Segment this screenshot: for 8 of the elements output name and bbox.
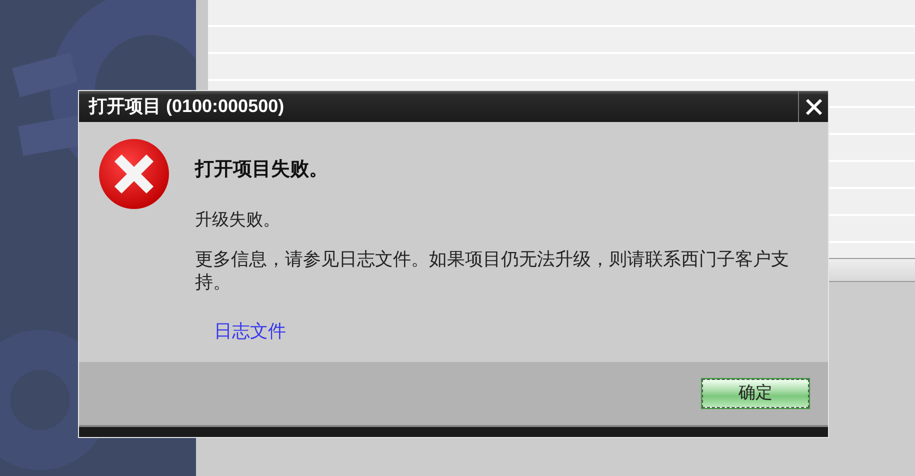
window-title: 打开项目 (0100:000500) — [88, 95, 286, 118]
close-icon — [804, 98, 822, 116]
log-file-link[interactable]: 日志文件 — [214, 321, 286, 342]
error-icon — [98, 138, 170, 210]
error-heading: 打开项目失败。 — [195, 157, 329, 182]
ok-button[interactable]: 确定 — [702, 379, 809, 408]
message-text: 升级失败。 — [195, 208, 281, 232]
details-text: 更多信息，请参见日志文件。如果项目仍无法升级，则请联系西门子客户支持。 — [195, 249, 790, 294]
